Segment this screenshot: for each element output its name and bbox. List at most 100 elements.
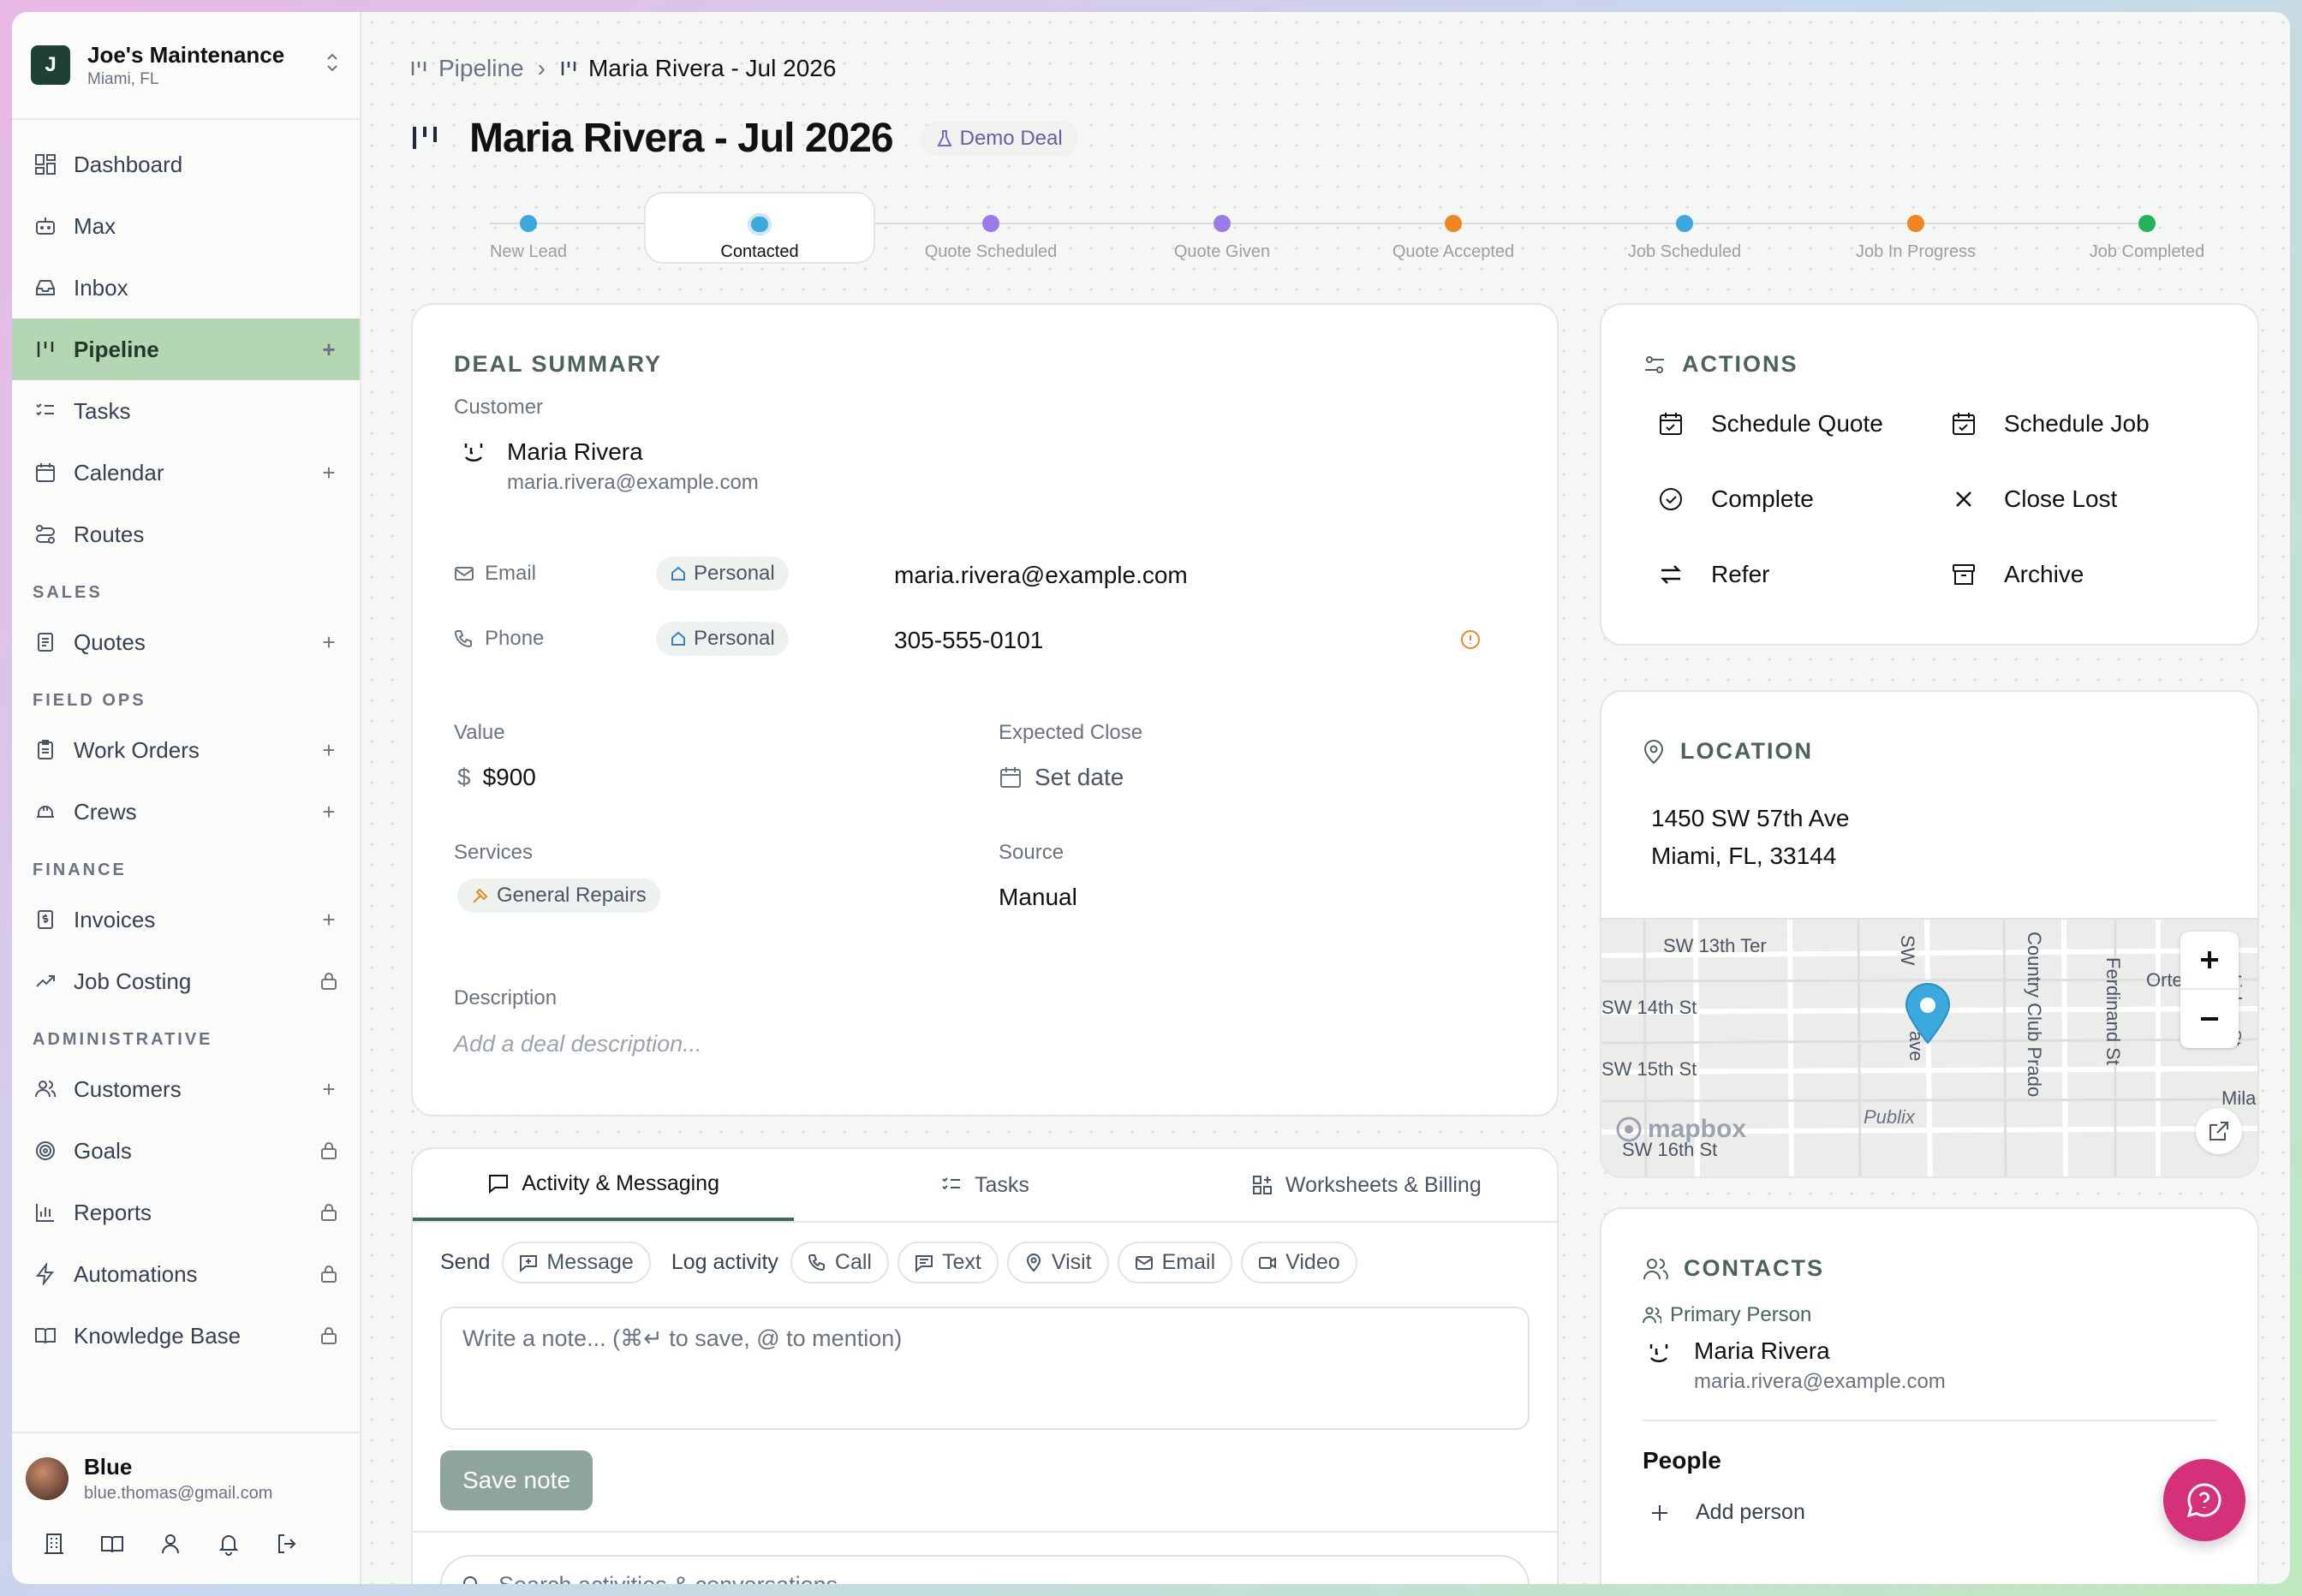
page-title: Maria Rivera - Jul 2026	[469, 116, 894, 161]
email-value[interactable]: maria.rivera@example.com	[894, 562, 1188, 589]
email-type-pill[interactable]: Personal	[656, 557, 789, 591]
description-field[interactable]: Add a deal description...	[454, 1031, 702, 1057]
expected-close-field[interactable]: Set date	[999, 764, 1124, 791]
chip-label: Video	[1285, 1250, 1340, 1274]
plus-icon[interactable]: +	[315, 336, 343, 363]
service-pill[interactable]: General Repairs	[457, 878, 660, 913]
tasks-icon	[33, 398, 58, 424]
bell-icon[interactable]	[216, 1531, 242, 1557]
sidebar-item-tasks[interactable]: Tasks	[12, 380, 360, 442]
activity-panel: Activity & Messaging Tasks Worksheets & …	[411, 1147, 1559, 1584]
plus-icon[interactable]: +	[315, 736, 343, 764]
tab-tasks[interactable]: Tasks	[794, 1149, 1175, 1221]
breadcrumb-parent-link[interactable]: Pipeline	[438, 55, 524, 82]
help-chat-button[interactable]	[2163, 1459, 2245, 1541]
schedule-quote-button[interactable]: Schedule Quote	[1656, 409, 1883, 438]
building-icon[interactable]	[41, 1531, 67, 1557]
sidebar-item-goals[interactable]: Goals	[12, 1120, 360, 1182]
stage-quote-given[interactable]: Quote Given	[1106, 192, 1338, 264]
avatar[interactable]	[26, 1457, 69, 1500]
map-label: SW 14th St	[1601, 997, 1697, 1018]
sidebar-item-calendar[interactable]: Calendar +	[12, 442, 360, 503]
stage-new-lead[interactable]: New Lead	[413, 192, 644, 264]
user-icon[interactable]	[158, 1531, 183, 1557]
close-lost-button[interactable]: Close Lost	[1949, 485, 2117, 514]
tab-worksheets-billing[interactable]: Worksheets & Billing	[1176, 1149, 1557, 1221]
stage-job-completed[interactable]: Job Completed	[2031, 192, 2263, 264]
sidebar-item-pipeline[interactable]: Pipeline +	[12, 319, 360, 380]
call-chip[interactable]: Call	[790, 1242, 889, 1283]
sidebar-item-crews[interactable]: Crews +	[12, 781, 360, 843]
sidebar-item-quotes[interactable]: Quotes +	[12, 611, 360, 673]
workspace-switcher[interactable]: J Joe's Maintenance Miami, FL	[12, 12, 360, 120]
phone-type-pill[interactable]: Personal	[656, 622, 789, 656]
value-field[interactable]: $ $900	[457, 764, 536, 791]
sidebar-item-invoices[interactable]: Invoices +	[12, 889, 360, 950]
source-value[interactable]: Manual	[999, 884, 1077, 911]
plus-icon[interactable]: +	[315, 798, 343, 825]
plus-icon[interactable]: +	[315, 906, 343, 933]
contact-name[interactable]: Maria Rivera	[1694, 1337, 1830, 1365]
add-person-button[interactable]: Add person	[1649, 1500, 1805, 1525]
workspace-name: Joe's Maintenance	[87, 41, 285, 68]
sidebar-item-max[interactable]: Max	[12, 195, 360, 257]
map-view[interactable]: SW 13th Ter SW 14th St SW 15th St SW 16t…	[1601, 918, 2257, 1176]
stage-label: Job In Progress	[1855, 242, 1977, 261]
open-map-button[interactable]	[2196, 1108, 2242, 1154]
schedule-job-button[interactable]: Schedule Job	[1949, 409, 2150, 438]
zoom-in-button[interactable]	[2180, 932, 2239, 990]
contacts-header: CONTACTS	[1643, 1255, 1824, 1282]
sidebar-item-work-orders[interactable]: Work Orders +	[12, 719, 360, 781]
invoice-icon	[33, 907, 58, 932]
save-note-button[interactable]: Save note	[440, 1450, 593, 1510]
stage-contacted[interactable]: Contacted	[644, 192, 875, 264]
phone-value[interactable]: 305-555-0101	[894, 627, 1043, 654]
sidebar-item-customers[interactable]: Customers +	[12, 1058, 360, 1120]
complete-button[interactable]: Complete	[1656, 485, 1814, 514]
plus-icon[interactable]: +	[315, 459, 343, 486]
note-input[interactable]: Write a note... (⌘↵ to save, @ to mentio…	[440, 1307, 1530, 1430]
sidebar-item-label: Knowledge Base	[74, 1322, 242, 1349]
tab-activity-messaging[interactable]: Activity & Messaging	[413, 1149, 795, 1221]
clipboard-icon	[33, 737, 58, 763]
logout-icon[interactable]	[274, 1531, 300, 1557]
mapbox-icon	[1616, 1117, 1642, 1142]
sidebar-item-knowledge-base[interactable]: Knowledge Base	[12, 1305, 360, 1367]
stage-quote-accepted[interactable]: Quote Accepted	[1338, 192, 1569, 264]
stage-job-scheduled[interactable]: Job Scheduled	[1569, 192, 1800, 264]
warning-icon[interactable]	[1459, 628, 1482, 655]
plus-icon[interactable]: +	[315, 1075, 343, 1103]
zoom-out-button[interactable]	[2180, 990, 2239, 1048]
breadcrumb-current: Maria Rivera - Jul 2026	[587, 55, 837, 81]
stage-job-in-progress[interactable]: Job In Progress	[1800, 192, 2031, 264]
smile-icon	[461, 440, 486, 470]
location-marker-icon[interactable]	[1905, 983, 1951, 1049]
sidebar-item-inbox[interactable]: Inbox	[12, 257, 360, 319]
chevron-updown-icon	[324, 51, 341, 80]
refer-button[interactable]: Refer	[1656, 560, 1769, 589]
activity-search[interactable]: Search activities & conversations...	[440, 1555, 1530, 1584]
customer-name[interactable]: Maria Rivera	[507, 438, 643, 466]
sidebar-item-automations[interactable]: Automations	[12, 1243, 360, 1305]
stage-quote-scheduled[interactable]: Quote Scheduled	[875, 192, 1106, 264]
email-type-label: Personal	[694, 562, 775, 585]
sidebar-item-dashboard[interactable]: Dashboard	[12, 134, 360, 195]
book-open-icon[interactable]	[99, 1531, 125, 1557]
email-chip[interactable]: Email	[1117, 1242, 1233, 1283]
home-icon	[671, 631, 685, 646]
map-zoom-controls	[2180, 932, 2239, 1048]
sidebar-item-reports[interactable]: Reports	[12, 1182, 360, 1243]
map-label: Country Club Prado	[2024, 932, 2045, 1098]
archive-button[interactable]: Archive	[1949, 560, 2084, 589]
stage-label: Quote Accepted	[1392, 242, 1515, 261]
text-chip[interactable]: Text	[897, 1242, 999, 1283]
primary-person-text: Primary Person	[1670, 1303, 1812, 1326]
message-chip[interactable]: Message	[502, 1242, 651, 1283]
demo-badge: Demo Deal	[920, 121, 1078, 156]
plus-icon[interactable]: +	[315, 628, 343, 656]
sidebar-item-job-costing[interactable]: Job Costing	[12, 950, 360, 1012]
sidebar-item-routes[interactable]: Routes	[12, 503, 360, 565]
visit-chip[interactable]: Visit	[1006, 1242, 1109, 1283]
pipeline-icon	[33, 336, 58, 362]
video-chip[interactable]: Video	[1241, 1242, 1357, 1283]
